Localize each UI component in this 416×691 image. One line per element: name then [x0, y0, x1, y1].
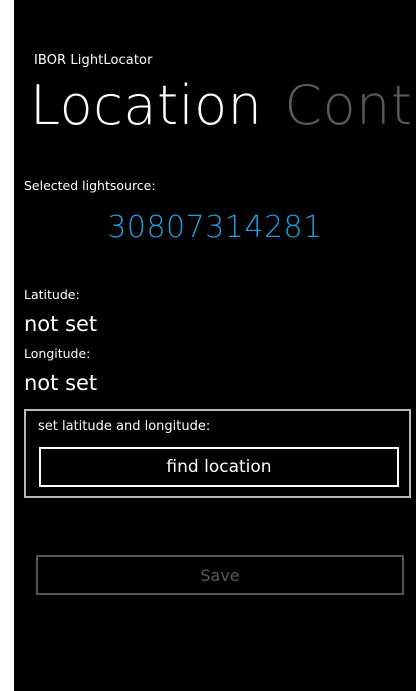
phone-screen: IBOR LightLocator Location Contr Selected…: [14, 0, 416, 691]
app-title: IBOR LightLocator: [34, 53, 153, 68]
latitude-label: Latitude:: [24, 287, 80, 302]
selected-lightsource-label: Selected lightsource:: [24, 178, 156, 193]
set-location-label: set latitude and longitude:: [38, 419, 211, 434]
set-location-group: set latitude and longitude: find locatio…: [24, 409, 411, 498]
pivot-item-control[interactable]: Contr: [284, 74, 416, 137]
longitude-label: Longitude:: [24, 346, 91, 361]
save-button[interactable]: Save: [36, 555, 404, 595]
pivot-item-location[interactable]: Location: [30, 74, 262, 137]
find-location-button[interactable]: find location: [39, 447, 399, 487]
pivot-header: Location Contr: [30, 76, 416, 135]
latitude-value: not set: [24, 312, 98, 336]
longitude-value: not set: [24, 371, 98, 395]
selected-lightsource-value: 30807314281: [107, 210, 323, 245]
